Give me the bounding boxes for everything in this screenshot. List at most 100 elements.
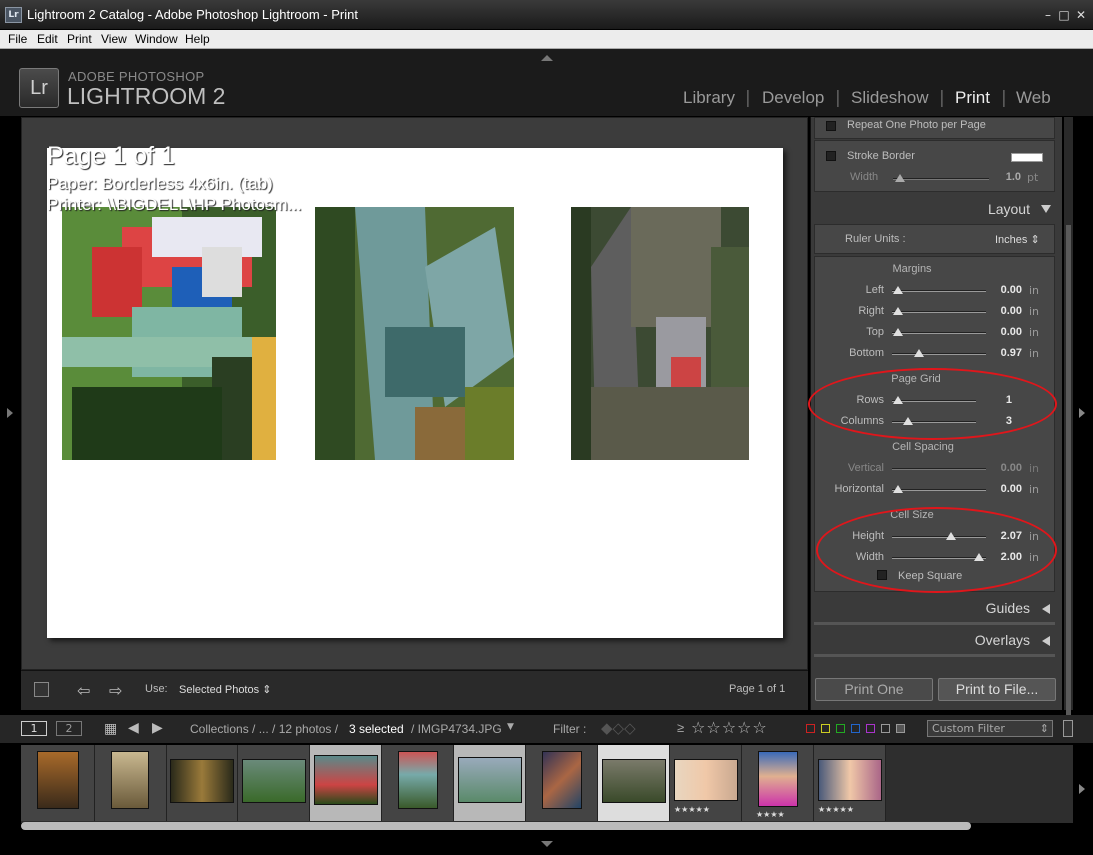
module-print[interactable]: Print (955, 88, 990, 108)
filmstrip-cell[interactable] (382, 745, 454, 821)
vertical-track[interactable] (892, 468, 986, 470)
margin-bottom-value[interactable]: 0.97 (990, 347, 1022, 359)
color-filter-purple[interactable] (866, 724, 875, 733)
filter-lock-icon[interactable] (1063, 720, 1073, 737)
screen-1-button[interactable]: 1 (21, 721, 47, 736)
left-panel-toggle-icon[interactable] (7, 408, 13, 418)
photo-cell-1[interactable] (62, 207, 276, 460)
module-web[interactable]: Web (1016, 88, 1051, 108)
horizontal-value[interactable]: 0.00 (990, 483, 1022, 495)
close-button[interactable]: ✕ (1074, 8, 1088, 22)
stroke-width-track[interactable] (893, 178, 989, 180)
stroke-width-knob[interactable] (895, 174, 905, 182)
repeat-one-checkbox[interactable] (826, 121, 836, 131)
photo-2-image (315, 207, 514, 460)
margin-bottom-knob[interactable] (914, 349, 924, 357)
color-filter-blue[interactable] (851, 724, 860, 733)
minimize-button[interactable]: – (1041, 8, 1055, 22)
filmstrip-cell[interactable] (526, 745, 598, 821)
color-filter-green[interactable] (836, 724, 845, 733)
menu-print[interactable]: Print (67, 32, 92, 46)
menu-edit[interactable]: Edit (37, 32, 58, 46)
margin-left-knob[interactable] (893, 286, 903, 294)
guides-panel-title[interactable]: Guides (900, 600, 1030, 616)
filmstrip-cell[interactable] (238, 745, 310, 821)
stroke-border-checkbox[interactable] (826, 151, 836, 161)
overlays-expand-icon[interactable] (1042, 636, 1050, 646)
filmstrip-cell[interactable]: ★★★★★ (670, 745, 742, 821)
module-separator: | (1001, 88, 1007, 108)
maximize-button[interactable]: □ (1057, 8, 1071, 22)
right-panel-scrollbar[interactable] (1064, 117, 1073, 735)
color-filter-none[interactable] (881, 724, 890, 733)
guides-expand-icon[interactable] (1042, 604, 1050, 614)
filename-dropdown-icon[interactable]: ▼ (507, 722, 514, 732)
rating-operator[interactable]: ≥ (677, 720, 684, 735)
photo-cell-2[interactable] (315, 207, 514, 460)
module-separator: | (835, 88, 841, 108)
grid-view-icon[interactable]: ▦ (104, 721, 117, 737)
filmstrip-cell[interactable]: ★★★★ (742, 745, 814, 821)
color-filter-other[interactable] (896, 724, 905, 733)
top-panel-toggle-icon[interactable] (541, 55, 553, 61)
filmstrip-cell-selected[interactable] (454, 745, 526, 821)
margin-top-value[interactable]: 0.00 (990, 326, 1022, 338)
margin-left-value[interactable]: 0.00 (990, 284, 1022, 296)
filmstrip-cell[interactable]: ★★★★★ (814, 745, 886, 821)
forward-icon[interactable]: ▶ (152, 720, 163, 736)
flag-filter-icon[interactable]: ◆◇◇ (601, 719, 636, 737)
color-filter-red[interactable] (806, 724, 815, 733)
vertical-value[interactable]: 0.00 (990, 462, 1022, 474)
updown-icon: ⇕ (1039, 722, 1049, 735)
margin-left-track[interactable] (892, 290, 986, 292)
margin-top-knob[interactable] (893, 328, 903, 336)
layout-collapse-icon[interactable] (1041, 205, 1051, 213)
right-panel-toggle-icon[interactable] (1079, 408, 1085, 418)
filmstrip-cell[interactable] (95, 745, 167, 821)
previous-page-icon[interactable]: ⇦ (77, 681, 90, 700)
menu-view[interactable]: View (101, 32, 127, 46)
layout-panel-title[interactable]: Layout (900, 201, 1030, 217)
print-one-button[interactable]: Print One (815, 678, 933, 701)
margin-top-track[interactable] (892, 332, 986, 334)
margin-right-knob[interactable] (893, 307, 903, 315)
bottom-panel-toggle-icon[interactable] (541, 841, 553, 847)
filmstrip-cell-selected[interactable] (310, 745, 382, 821)
print-toolbar (21, 670, 808, 710)
window-title: Lightroom 2 Catalog - Adobe Photoshop Li… (27, 7, 358, 22)
margin-right-value[interactable]: 0.00 (990, 305, 1022, 317)
module-library[interactable]: Library (683, 88, 735, 108)
horizontal-track[interactable] (892, 489, 986, 491)
print-to-file-button[interactable]: Print to File... (938, 678, 1056, 701)
module-develop[interactable]: Develop (762, 88, 824, 108)
margin-bottom-track[interactable] (892, 353, 986, 355)
horizontal-knob[interactable] (893, 485, 903, 493)
module-slideshow[interactable]: Slideshow (851, 88, 929, 108)
overlays-panel-title[interactable]: Overlays (900, 632, 1030, 648)
margin-right-track[interactable] (892, 311, 986, 313)
use-selector[interactable]: Selected Photos ⇕ (179, 683, 271, 696)
margin-left-label: Left (865, 284, 884, 296)
rating-filter-stars[interactable]: ☆☆☆☆☆ (691, 718, 768, 737)
next-page-icon[interactable]: ⇨ (109, 681, 122, 700)
color-filter-yellow[interactable] (821, 724, 830, 733)
current-filename[interactable]: / IMGP4734.JPG (411, 722, 502, 736)
filmstrip-scrollbar[interactable] (21, 822, 971, 830)
screen-2-button[interactable]: 2 (56, 721, 82, 736)
page-first-button[interactable] (34, 682, 49, 697)
scrollbar-thumb[interactable] (1066, 225, 1071, 735)
custom-filter-select[interactable]: Custom Filter ⇕ (927, 720, 1053, 737)
filmstrip-cell-current[interactable] (598, 745, 670, 821)
filmstrip-cell[interactable] (21, 745, 95, 821)
photo-cell-3[interactable] (571, 207, 749, 460)
source-path[interactable]: Collections / ... / 12 photos / (190, 722, 338, 736)
menu-file[interactable]: File (8, 32, 27, 46)
menu-window[interactable]: Window (135, 32, 178, 46)
filmstrip-cell[interactable] (167, 745, 238, 821)
back-icon[interactable]: ◀ (128, 720, 139, 736)
filmstrip-right-arrow-icon[interactable] (1079, 784, 1085, 794)
ruler-units-selector[interactable]: Inches ⇕ (995, 233, 1040, 246)
stroke-color-swatch[interactable] (1011, 153, 1043, 162)
margin-right-unit: in (1029, 305, 1040, 318)
menu-help[interactable]: Help (185, 32, 210, 46)
